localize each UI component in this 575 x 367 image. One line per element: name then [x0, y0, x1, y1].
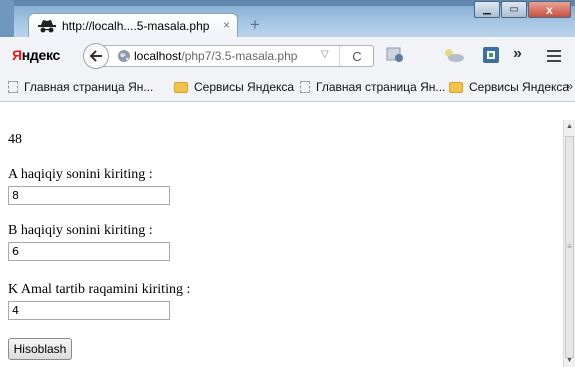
- a-input[interactable]: 8: [8, 186, 170, 205]
- weather-icon[interactable]: [440, 47, 466, 63]
- calculate-button[interactable]: Hisoblash: [8, 338, 72, 360]
- bookmarks-bar: Главная страница Ян... Сервисы Яндекса Г…: [0, 75, 575, 102]
- more-tools-button[interactable]: »: [513, 45, 522, 63]
- menu-icon[interactable]: [547, 50, 561, 65]
- tab-close-icon[interactable]: ×: [223, 18, 230, 32]
- back-arrow-icon: [89, 50, 102, 62]
- title-bar: http://localh....5-masala.php × + ▁ ▭ x: [0, 0, 575, 38]
- scroll-up-icon[interactable]: ▲: [566, 123, 573, 130]
- a-label: A haqiqiy sonini kiriting :: [8, 167, 153, 182]
- folder-icon: [174, 81, 188, 93]
- bookmarks-overflow-button[interactable]: »: [566, 79, 573, 93]
- reload-button[interactable]: C: [339, 46, 374, 66]
- tab-active[interactable]: http://localh....5-masala.php ×: [28, 13, 238, 38]
- minimize-button[interactable]: ▁: [474, 1, 500, 18]
- maximize-button[interactable]: ▭: [501, 1, 527, 18]
- window-frame-corner: [0, 0, 14, 37]
- scrollbar-thumb[interactable]: ≡: [565, 136, 574, 358]
- bookmark-item[interactable]: Сервисы Яндекса: [174, 80, 294, 94]
- page-content: 48 A haqiqiy sonini kiriting : 8 B haqiq…: [0, 102, 563, 367]
- b-input[interactable]: 6: [8, 242, 170, 261]
- url-dropdown-icon[interactable]: ▽: [321, 49, 329, 60]
- download-icon[interactable]: [386, 47, 404, 63]
- bookmark-label: Главная страница Ян...: [316, 80, 446, 94]
- url-text: localhost/php7/3.5-masala.php: [134, 49, 298, 63]
- bookmark-item[interactable]: Сервисы Яндекса: [449, 80, 569, 94]
- incognito-icon: [38, 20, 56, 33]
- bookmark-label: Сервисы Яндекса: [194, 80, 295, 94]
- k-label: K Amal tartib raqamini kiriting :: [8, 282, 191, 297]
- tab-title: http://localh....5-masala.php: [62, 19, 210, 33]
- b-label: B haqiqiy sonini kiriting :: [8, 223, 153, 238]
- vertical-scrollbar[interactable]: ▲ ≡ ▼: [563, 120, 575, 367]
- yandex-logo[interactable]: Яндекс: [12, 47, 60, 63]
- bookmark-label: Главная страница Ян...: [24, 80, 154, 94]
- browser-window: http://localh....5-masala.php × + ▁ ▭ x …: [0, 0, 575, 367]
- bookmarks-app-icon[interactable]: [483, 47, 499, 63]
- result-text: 48: [8, 132, 22, 147]
- back-button[interactable]: [83, 43, 109, 69]
- bookmark-label: Сервисы Яндекса: [469, 80, 570, 94]
- k-input[interactable]: 4: [8, 301, 170, 320]
- folder-icon: [449, 81, 463, 93]
- globe-icon: [118, 50, 130, 62]
- window-controls: ▁ ▭ x: [473, 1, 571, 19]
- navigation-bar: Яндекс localhost/php7/3.5-masala.php ▽ C: [0, 37, 575, 76]
- page-icon: [8, 81, 18, 93]
- page-icon: [300, 81, 310, 93]
- grip-icon: ≡: [567, 242, 572, 251]
- new-tab-button[interactable]: +: [250, 15, 260, 35]
- address-bar[interactable]: localhost/php7/3.5-masala.php ▽ C: [98, 45, 374, 67]
- close-window-button[interactable]: x: [528, 1, 571, 18]
- scroll-down-icon[interactable]: ▼: [566, 357, 573, 364]
- bookmark-item[interactable]: Главная страница Ян...: [300, 80, 445, 94]
- bookmark-item[interactable]: Главная страница Ян...: [8, 80, 153, 94]
